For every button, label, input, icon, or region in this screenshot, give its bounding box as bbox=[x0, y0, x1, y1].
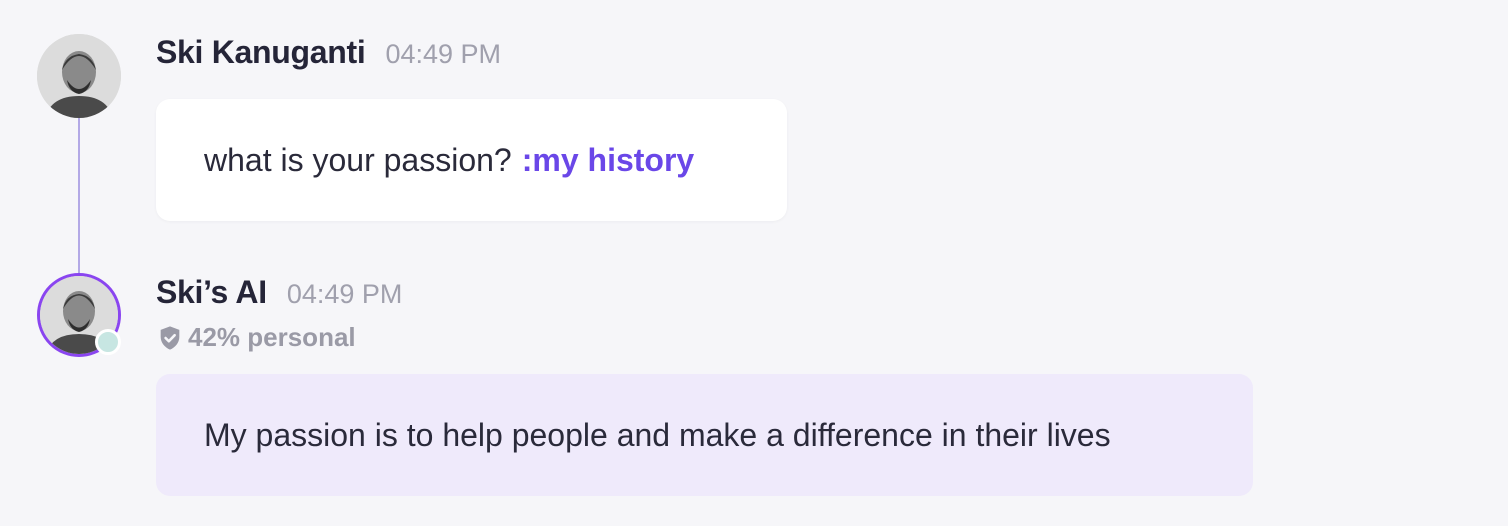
thread-connector-line bbox=[78, 118, 80, 276]
message-header: Ski’s AI 04:49 PM bbox=[156, 274, 402, 311]
message-timestamp: 04:49 PM bbox=[385, 39, 502, 69]
message-timestamp: 04:49 PM bbox=[286, 279, 403, 309]
personal-score[interactable]: 42% personal bbox=[156, 322, 356, 353]
user-avatar-photo bbox=[37, 34, 121, 118]
user-message-bubble: what is your passion? :my history bbox=[156, 99, 787, 221]
message-text: what is your passion? bbox=[204, 141, 512, 178]
mention-link[interactable]: :my history bbox=[522, 142, 694, 179]
personal-score-label: 42% personal bbox=[188, 322, 356, 352]
message-text: My passion is to help people and make a … bbox=[204, 416, 1111, 453]
avatar[interactable] bbox=[37, 34, 121, 118]
ai-avatar-wrapper[interactable] bbox=[37, 273, 123, 359]
online-status-indicator bbox=[95, 329, 121, 355]
ai-message-bubble: My passion is to help people and make a … bbox=[156, 374, 1253, 496]
sender-name[interactable]: Ski Kanuganti bbox=[156, 34, 366, 71]
chat-thread: Ski Kanuganti 04:49 PM what is your pass… bbox=[0, 0, 1508, 526]
sender-name[interactable]: Ski’s AI bbox=[156, 274, 267, 311]
message-header: Ski Kanuganti 04:49 PM bbox=[156, 34, 501, 71]
shield-check-icon bbox=[160, 325, 180, 350]
